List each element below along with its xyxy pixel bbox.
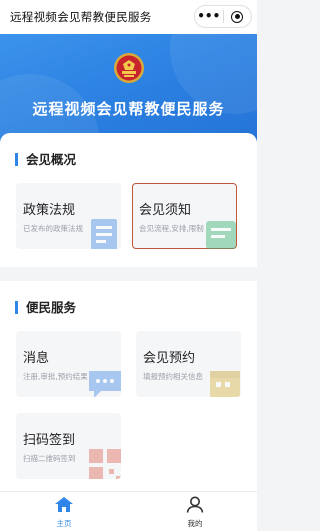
national-emblem-icon [114,53,144,83]
notice-icon [206,221,236,249]
tab-label: 我的 [187,519,203,528]
tab-label: 主页 [56,519,72,528]
tile-policy-regulations[interactable]: 政策法规 已发布的政策法规 [16,183,121,249]
tile-subtitle: 已发布的政策法规 [23,224,83,233]
section-meeting-overview: 会见概况 政策法规 已发布的政策法规 会见须知 会见流程,安排,限制 [0,133,257,267]
tile-title: 政策法规 [23,203,76,218]
user-icon [186,496,204,513]
tile-title: 会见预约 [143,351,196,366]
tile-subtitle: 注册,审批,预约结果 [23,372,88,381]
tile-title: 扫码签到 [23,433,76,448]
section-convenience-services: 便民服务 消息 注册,审批,预约结果 会见预约 填报预约相关信息 扫码签到 扫描… [0,281,257,491]
calendar-icon [210,371,240,397]
more-dots-icon[interactable]: ••• [195,6,223,27]
nav-bar: 远程视频会见帮教便民服务 ••• [0,0,257,34]
close-circle-icon [231,10,244,23]
hero-banner: 远程视频会见帮教便民服务 [0,34,257,144]
bottom-tab-bar: 主页 我的 [0,491,257,531]
tile-scan-checkin[interactable]: 扫码签到 扫描二维码签到 [16,413,121,479]
qrcode-icon [89,449,121,479]
tab-me[interactable]: 我的 [165,496,225,529]
tile-title: 会见须知 [139,203,192,218]
tile-subtitle: 会见流程,安排,限制 [139,224,204,233]
tile-subtitle: 填报预约相关信息 [143,372,203,381]
nav-title: 远程视频会见帮教便民服务 [10,10,152,24]
hero-title: 远程视频会见帮教便民服务 [32,100,225,118]
mini-program-capsule: ••• [194,5,252,28]
document-icon [91,219,117,249]
tile-title: 消息 [23,351,50,366]
tile-meeting-notice[interactable]: 会见须知 会见流程,安排,限制 [132,183,237,249]
message-icon [89,371,121,397]
tile-subtitle: 扫描二维码签到 [23,454,76,463]
section-title: 会见概况 [15,153,76,166]
tab-home[interactable]: 主页 [34,496,94,529]
home-icon [55,497,73,512]
section-title: 便民服务 [15,301,76,314]
close-button[interactable] [224,10,252,23]
tile-meeting-reservation[interactable]: 会见预约 填报预约相关信息 [136,331,241,397]
tile-messages[interactable]: 消息 注册,审批,预约结果 [16,331,121,397]
